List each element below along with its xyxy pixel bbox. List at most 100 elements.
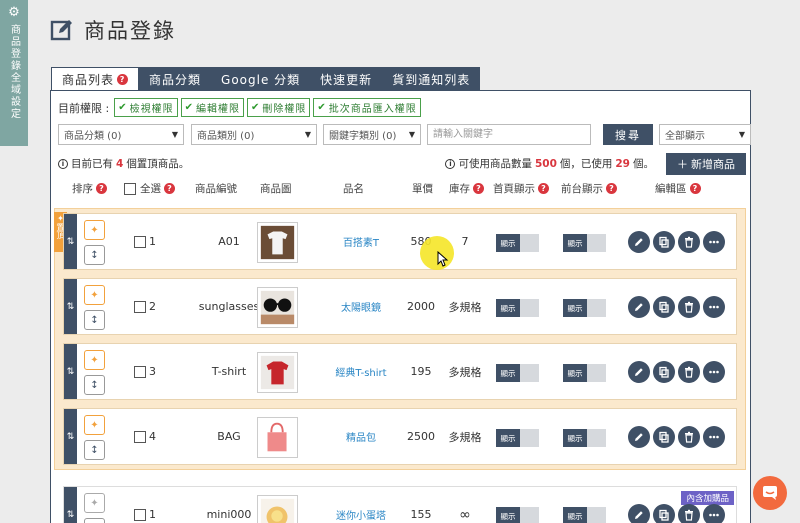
copy-button[interactable] [653, 296, 675, 318]
drag-handle[interactable]: ⇅ [64, 214, 77, 269]
tab-product-category[interactable]: 商品分類 [139, 67, 212, 91]
edit-button[interactable] [628, 504, 650, 523]
delete-button[interactable] [678, 426, 700, 448]
quota-info: i 可使用商品數量 500 個，已使用 29 個。 [445, 156, 654, 171]
help-icon[interactable]: ? [473, 183, 484, 194]
delete-button[interactable] [678, 504, 700, 523]
table-row: ⇅ ✦ ↕ 3 T-shirt 經典T-shirt 195 多規格 顯示 顯示 [63, 343, 737, 400]
copy-button[interactable] [653, 231, 675, 253]
col-code: 商品編號 [195, 183, 237, 195]
row-checkbox[interactable] [134, 508, 146, 521]
pin-button[interactable]: ✦ [84, 493, 105, 513]
front-display-toggle[interactable]: 顯示 [563, 299, 606, 317]
copy-button[interactable] [653, 361, 675, 383]
drag-handle[interactable]: ⇅ [64, 279, 77, 334]
pencil-icon [635, 511, 643, 519]
delete-button[interactable] [678, 296, 700, 318]
up-down-arrow-icon: ↕ [90, 249, 99, 261]
help-icon[interactable]: ? [538, 183, 549, 194]
pinned-count: 4 [116, 157, 124, 170]
chat-button[interactable] [753, 476, 787, 510]
display-filter-select[interactable]: 全部顯示 ▼ [659, 124, 751, 145]
row-select[interactable]: 3 [134, 344, 156, 399]
product-name-link[interactable]: 精品包 [346, 429, 376, 444]
copy-button[interactable] [653, 504, 675, 523]
row-select[interactable]: 1 [134, 214, 156, 269]
move-button[interactable]: ↕ [84, 245, 105, 265]
add-product-button[interactable]: ＋新增商品 [666, 153, 746, 175]
pin-button[interactable]: ✦ [84, 220, 105, 240]
info-icon: i [58, 158, 68, 169]
more-button[interactable] [703, 361, 725, 383]
front-display-toggle[interactable]: 顯示 [563, 364, 606, 382]
home-display-toggle[interactable]: 顯示 [496, 299, 539, 317]
product-name-link[interactable]: 迷你小蛋塔 [336, 507, 386, 522]
move-button[interactable]: ↕ [84, 440, 105, 460]
home-display-toggle[interactable]: 顯示 [496, 364, 539, 382]
edit-button[interactable] [628, 296, 650, 318]
keyword-type-select[interactable]: 關鍵字類別 (0) ▼ [323, 124, 421, 145]
permission-badge: ✔ 批次商品匯入權限 [313, 98, 421, 117]
product-name-link[interactable]: 太陽眼鏡 [341, 299, 381, 314]
row-checkbox[interactable] [134, 300, 146, 313]
front-display-toggle[interactable]: 顯示 [563, 429, 606, 447]
row-index: 4 [149, 430, 156, 443]
type-select[interactable]: 商品類別 (0) ▼ [191, 124, 317, 145]
front-display-toggle[interactable]: 顯示 [563, 507, 606, 523]
pin-button[interactable]: ✦ [84, 415, 105, 435]
product-price: 2000 [407, 300, 435, 313]
select-all-checkbox[interactable] [124, 182, 136, 195]
help-icon[interactable]: ? [689, 183, 701, 194]
product-price: 195 [410, 365, 432, 378]
row-checkbox[interactable] [134, 235, 146, 248]
home-display-toggle[interactable]: 顯示 [496, 429, 539, 447]
product-image[interactable] [257, 287, 298, 328]
move-button[interactable]: ↕ [84, 375, 105, 395]
product-image[interactable] [257, 352, 298, 393]
help-icon[interactable]: ? [117, 74, 129, 85]
copy-button[interactable] [653, 426, 675, 448]
edit-button[interactable] [628, 426, 650, 448]
row-select[interactable]: 1 [134, 487, 156, 523]
product-image[interactable] [257, 495, 298, 523]
more-button[interactable] [703, 231, 725, 253]
more-button[interactable] [703, 504, 725, 523]
row-checkbox[interactable] [134, 365, 146, 378]
row-select[interactable]: 4 [134, 409, 156, 464]
up-down-arrow-icon: ↕ [90, 444, 99, 456]
product-image[interactable] [257, 222, 298, 263]
help-icon[interactable]: ? [606, 183, 617, 194]
move-button[interactable]: ↕ [84, 310, 105, 330]
delete-button[interactable] [678, 361, 700, 383]
drag-handle[interactable]: ⇅ [64, 344, 77, 399]
move-button[interactable]: ↕ [84, 518, 105, 523]
product-name-link[interactable]: 百搭素T [343, 234, 379, 249]
front-display-toggle[interactable]: 顯示 [563, 234, 606, 252]
tab-restock-notify-list[interactable]: 貨到通知列表 [382, 67, 481, 91]
row-checkbox[interactable] [134, 430, 146, 443]
drag-handle[interactable]: ⇅ [64, 409, 77, 464]
more-button[interactable] [703, 426, 725, 448]
col-select-all[interactable]: 全選? [124, 181, 175, 196]
tab-quick-update[interactable]: 快速更新 [310, 67, 383, 91]
row-select[interactable]: 2 [134, 279, 156, 334]
help-icon[interactable]: ? [96, 183, 107, 194]
product-name-link[interactable]: 經典T-shirt [335, 364, 386, 379]
pin-button[interactable]: ✦ [84, 350, 105, 370]
global-settings-side-tab[interactable]: ⚙ 商品登錄全域設定 [0, 0, 28, 146]
keyword-input[interactable] [427, 124, 591, 145]
home-display-toggle[interactable]: 顯示 [496, 507, 539, 523]
more-button[interactable] [703, 296, 725, 318]
drag-handle[interactable]: ⇅ [64, 487, 77, 523]
delete-button[interactable] [678, 231, 700, 253]
edit-button[interactable] [628, 361, 650, 383]
home-display-toggle[interactable]: 顯示 [496, 234, 539, 252]
product-image[interactable] [257, 417, 298, 458]
pin-button[interactable]: ✦ [84, 285, 105, 305]
tab-product-list[interactable]: 商品列表 ? [51, 67, 140, 91]
edit-button[interactable] [628, 231, 650, 253]
tab-google-category[interactable]: Google 分類 [211, 67, 311, 91]
category-select[interactable]: 商品分類 (0) ▼ [58, 124, 184, 145]
search-button[interactable]: 搜尋 [603, 124, 653, 145]
help-icon[interactable]: ? [164, 183, 175, 194]
